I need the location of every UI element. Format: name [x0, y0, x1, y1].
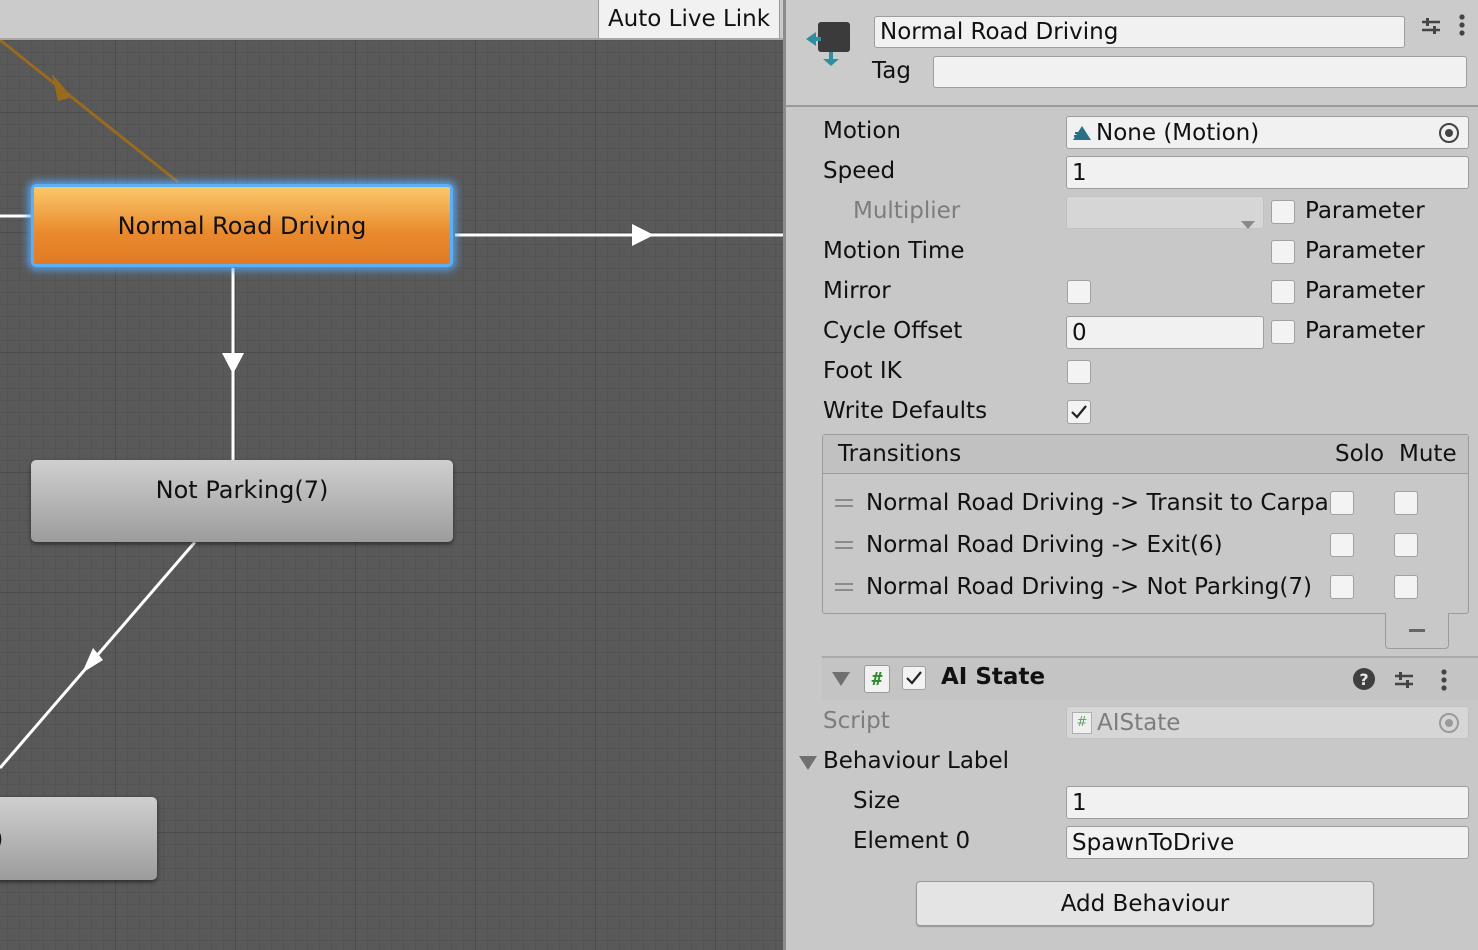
tag-field[interactable]	[933, 56, 1467, 88]
behaviour-label-title: Behaviour Label	[823, 748, 1010, 774]
script-hash-icon: #	[864, 665, 890, 693]
script-object-field: # AIState	[1066, 706, 1469, 739]
mute-column-label: Mute	[1399, 441, 1457, 467]
minus-icon	[1409, 628, 1425, 632]
motion-object-field[interactable]: None (Motion)	[1066, 116, 1469, 149]
state-node-not-parking[interactable]: Not Parking(7)	[31, 460, 453, 542]
multiplier-parameter-checkbox[interactable]	[1271, 200, 1295, 224]
transition-label: Normal Road Driving -> Exit(6)	[866, 532, 1223, 558]
component-kebab-menu-icon[interactable]	[1434, 667, 1454, 693]
transition-arrow-right	[632, 224, 654, 246]
size-label: Size	[853, 788, 901, 814]
cycle-offset-field[interactable]: 0	[1066, 316, 1264, 349]
graph-toolbar: Auto Live Link	[0, 0, 783, 40]
inspector-header: Normal Road Driving Tag	[786, 0, 1478, 107]
multiplier-dropdown[interactable]	[1066, 196, 1264, 229]
foldout-triangle-icon[interactable]	[832, 670, 850, 688]
preset-sliders-icon[interactable]	[1419, 14, 1443, 38]
kebab-menu-icon[interactable]	[1452, 12, 1472, 38]
element-0-field[interactable]: SpawnToDrive	[1066, 826, 1469, 859]
help-icon[interactable]: ?	[1353, 668, 1375, 690]
foot-ik-label: Foot IK	[823, 358, 902, 384]
script-label: Script	[823, 708, 890, 734]
motion-time-parameter-label: Parameter	[1305, 238, 1425, 264]
object-picker-icon[interactable]	[1438, 122, 1460, 150]
transition-row[interactable]: Normal Road Driving -> Exit(6)	[823, 527, 1468, 567]
multiplier-parameter-label: Parameter	[1305, 198, 1425, 224]
motion-value: None (Motion)	[1096, 119, 1260, 146]
motion-time-parameter-checkbox[interactable]	[1271, 240, 1295, 264]
chevron-down-icon	[1241, 209, 1255, 235]
checkmark-icon	[906, 671, 922, 685]
incoming-transition-edge[interactable]	[0, 38, 179, 184]
incoming-transition-arrow	[52, 74, 72, 101]
transitions-header: Transitions Solo Mute	[823, 435, 1468, 474]
auto-live-link-button[interactable]: Auto Live Link	[598, 0, 780, 38]
drag-handle-icon[interactable]	[835, 583, 853, 591]
mirror-checkbox[interactable]	[1067, 280, 1091, 304]
component-header[interactable]: # AI State ?	[822, 656, 1478, 700]
state-node-label: Normal Road Driving	[117, 211, 367, 240]
transition-mute-checkbox[interactable]	[1394, 491, 1418, 515]
remove-transition-button[interactable]	[1385, 613, 1449, 649]
drag-handle-icon[interactable]	[835, 541, 853, 549]
animator-graph[interactable]: Normal Road Driving Not Parking(7) ) Aut…	[0, 0, 783, 950]
inspector-panel: Normal Road Driving Tag Motion None (Mot…	[786, 0, 1478, 950]
transition-mute-checkbox[interactable]	[1394, 533, 1418, 557]
size-field[interactable]: 1	[1066, 786, 1469, 819]
transition-solo-checkbox[interactable]	[1330, 491, 1354, 515]
state-node-label: )	[0, 825, 3, 853]
write-defaults-label: Write Defaults	[823, 398, 988, 424]
object-picker-icon	[1438, 712, 1460, 740]
transition-label: Normal Road Driving -> Transit to Carpar…	[866, 490, 1345, 516]
mirror-label: Mirror	[823, 278, 891, 304]
transition-row[interactable]: Normal Road Driving -> Transit to Carpar…	[823, 485, 1468, 525]
transitions-title: Transitions	[838, 441, 962, 467]
behaviour-label-foldout-icon[interactable]	[799, 755, 817, 771]
state-name-field[interactable]: Normal Road Driving	[874, 16, 1405, 48]
checkmark-icon	[1071, 405, 1087, 419]
element-0-label: Element 0	[853, 828, 971, 854]
drag-handle-icon[interactable]	[835, 499, 853, 507]
transition-solo-checkbox[interactable]	[1330, 533, 1354, 557]
transition-label: Normal Road Driving -> Not Parking(7)	[866, 574, 1312, 600]
mirror-parameter-label: Parameter	[1305, 278, 1425, 304]
motion-label: Motion	[823, 118, 901, 144]
cycle-offset-label: Cycle Offset	[823, 318, 963, 344]
state-node-normal-road-driving[interactable]: Normal Road Driving	[31, 184, 453, 267]
speed-field[interactable]: 1	[1066, 156, 1469, 189]
speed-label: Speed	[823, 158, 896, 184]
transition-solo-checkbox[interactable]	[1330, 575, 1354, 599]
multiplier-label: Multiplier	[853, 198, 961, 224]
state-node-offscreen[interactable]: )	[0, 797, 157, 880]
script-value: AIState	[1097, 709, 1181, 736]
component-title: AI State	[941, 664, 1046, 690]
write-defaults-checkbox[interactable]	[1067, 400, 1091, 424]
mirror-parameter-checkbox[interactable]	[1271, 280, 1295, 304]
solo-column-label: Solo	[1335, 441, 1385, 467]
script-file-icon: #	[1072, 711, 1092, 734]
animator-state-icon	[804, 20, 852, 68]
transition-arrow-down	[222, 353, 244, 374]
transition-mute-checkbox[interactable]	[1394, 575, 1418, 599]
component-enabled-checkbox[interactable]	[902, 666, 926, 690]
transitions-list: Transitions Solo Mute Normal Road Drivin…	[822, 434, 1469, 614]
tag-label: Tag	[872, 58, 911, 84]
add-behaviour-button[interactable]: Add Behaviour	[916, 881, 1374, 926]
cycle-offset-parameter-checkbox[interactable]	[1271, 320, 1295, 344]
motion-clip-icon	[1072, 124, 1092, 142]
state-node-label: Not Parking(7)	[155, 476, 329, 504]
foot-ik-checkbox[interactable]	[1067, 360, 1091, 384]
component-preset-icon[interactable]	[1392, 668, 1416, 692]
transition-row[interactable]: Normal Road Driving -> Not Parking(7)	[823, 569, 1468, 609]
cycle-offset-parameter-label: Parameter	[1305, 318, 1425, 344]
motion-time-label: Motion Time	[823, 238, 965, 264]
